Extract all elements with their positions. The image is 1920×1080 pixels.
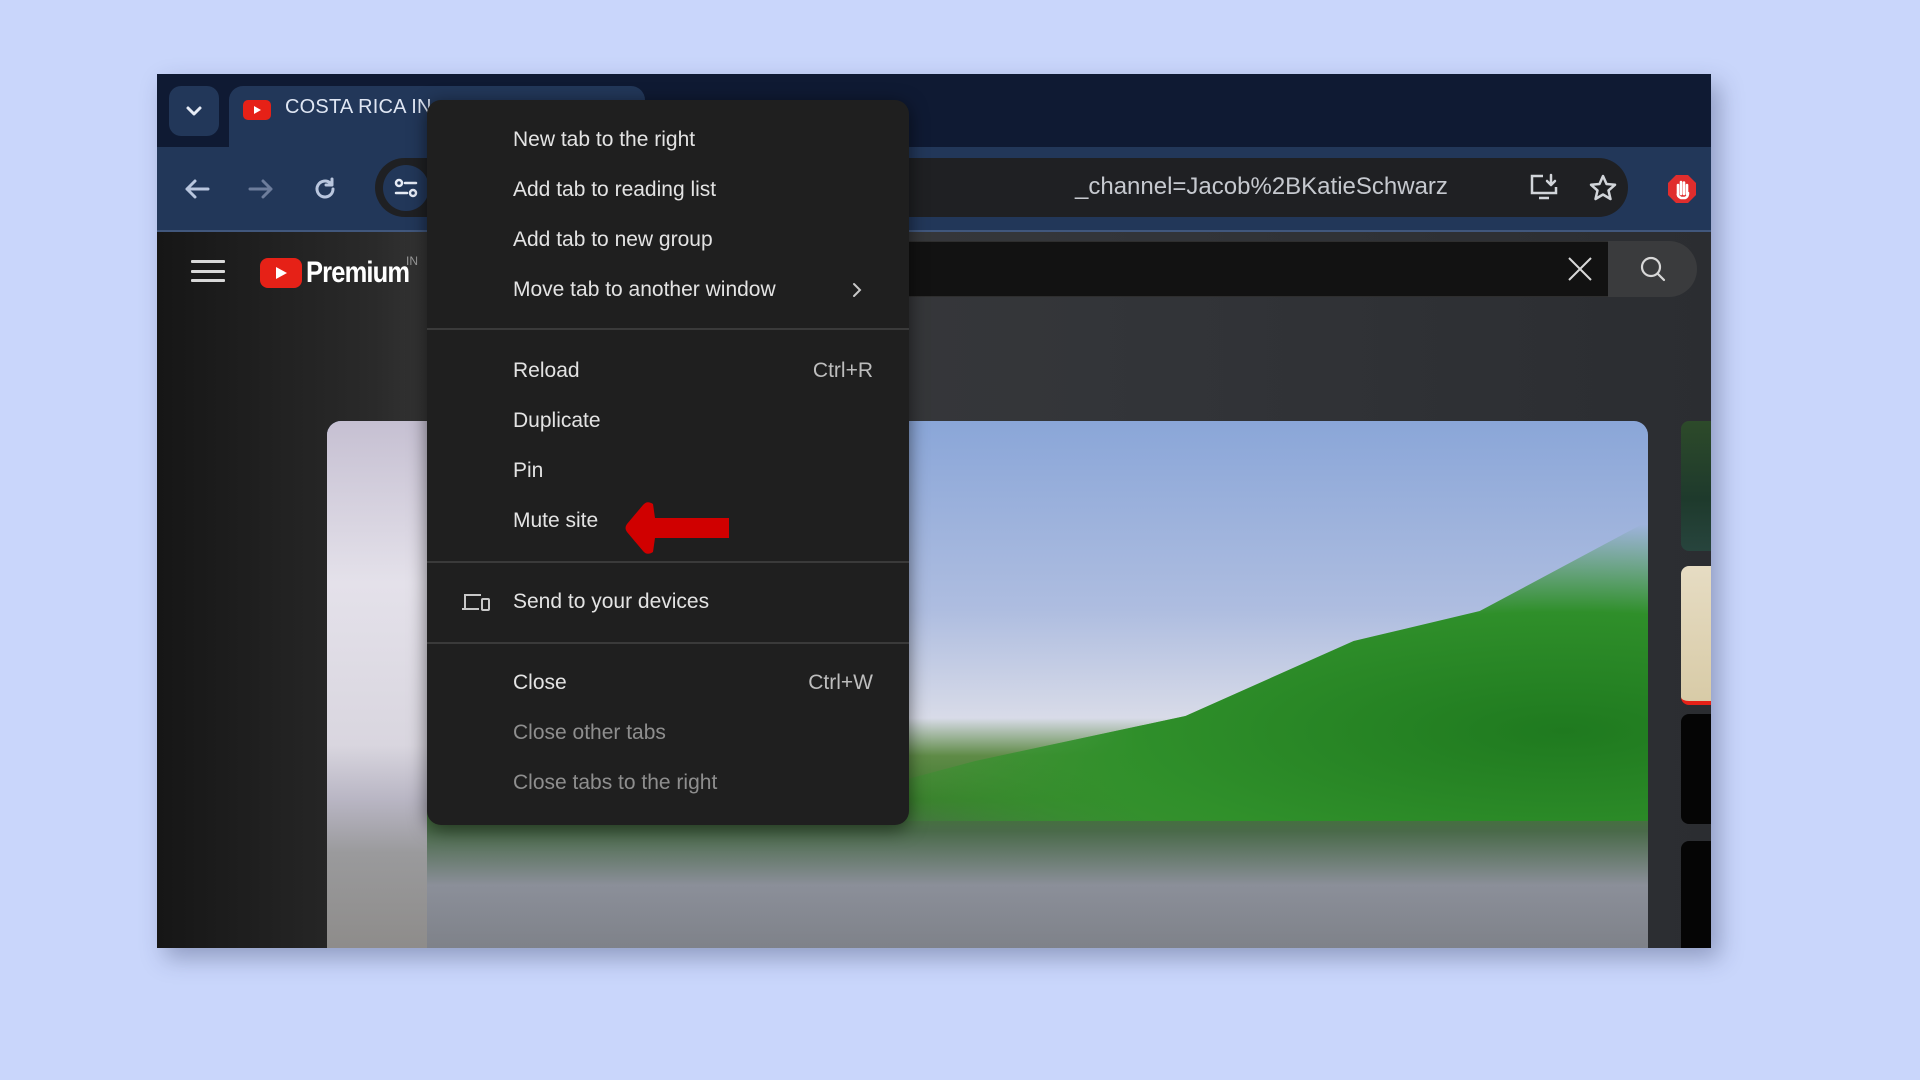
menu-item-close-tabs-right[interactable]: Close tabs to the right bbox=[427, 759, 909, 809]
region-code: IN bbox=[406, 254, 418, 268]
site-info-button[interactable] bbox=[383, 165, 429, 211]
menu-item-label: Duplicate bbox=[513, 409, 601, 432]
related-video-thumbnail[interactable] bbox=[1681, 421, 1711, 551]
video-forest bbox=[807, 521, 1648, 821]
menu-item-shortcut: Ctrl+W bbox=[808, 671, 873, 694]
close-icon bbox=[1568, 257, 1592, 281]
menu-item-reload[interactable]: Reload Ctrl+R bbox=[427, 347, 909, 397]
youtube-icon bbox=[243, 100, 271, 120]
adblock-extension-button[interactable] bbox=[1662, 169, 1702, 209]
tab-context-menu: New tab to the right Add tab to reading … bbox=[427, 100, 909, 825]
menu-item-add-reading-list[interactable]: Add tab to reading list bbox=[427, 166, 909, 216]
menu-separator bbox=[427, 642, 909, 644]
menu-item-close[interactable]: Close Ctrl+W bbox=[427, 659, 909, 709]
reload-button[interactable] bbox=[305, 169, 345, 209]
menu-item-label: Pin bbox=[513, 459, 544, 482]
search-icon bbox=[1640, 256, 1665, 282]
related-videos-strip bbox=[1681, 421, 1711, 948]
menu-item-label: Close other tabs bbox=[513, 721, 666, 744]
forward-button[interactable] bbox=[241, 169, 281, 209]
forward-arrow-icon bbox=[248, 179, 273, 199]
youtube-premium-logo[interactable]: Premium bbox=[260, 256, 427, 290]
tab-strip: COSTA RICA IN bbox=[157, 74, 1711, 148]
related-video-thumbnail[interactable] bbox=[1681, 566, 1711, 705]
chevron-right-icon bbox=[853, 283, 862, 297]
clear-search-button[interactable] bbox=[1562, 251, 1598, 287]
youtube-icon bbox=[260, 258, 302, 288]
menu-item-label: Add tab to new group bbox=[513, 228, 713, 251]
menu-item-label: Send to your devices bbox=[513, 590, 710, 613]
toolbar: _channel=Jacob%2BKatieSchwarz bbox=[157, 147, 1711, 232]
menu-item-label: New tab to the right bbox=[513, 128, 696, 151]
adblock-hand-icon bbox=[1668, 175, 1696, 203]
menu-item-pin[interactable]: Pin bbox=[427, 447, 909, 497]
star-icon bbox=[1589, 174, 1617, 201]
install-app-button[interactable] bbox=[1527, 170, 1563, 206]
hamburger-line bbox=[191, 279, 225, 282]
menu-item-new-tab-right[interactable]: New tab to the right bbox=[427, 116, 909, 166]
url-text[interactable]: _channel=Jacob%2BKatieSchwarz bbox=[1075, 173, 1448, 201]
chevron-down-icon bbox=[186, 106, 202, 116]
menu-item-shortcut: Ctrl+R bbox=[812, 359, 873, 382]
menu-item-label: Close tabs to the right bbox=[513, 771, 718, 794]
search-button[interactable] bbox=[1608, 241, 1697, 297]
tab-search-button[interactable] bbox=[169, 86, 219, 136]
related-video-thumbnail[interactable] bbox=[1681, 841, 1711, 948]
menu-item-close-other-tabs[interactable]: Close other tabs bbox=[427, 709, 909, 759]
menu-item-duplicate[interactable]: Duplicate bbox=[427, 397, 909, 447]
related-video-thumbnail[interactable] bbox=[1681, 714, 1711, 824]
menu-item-move-tab[interactable]: Move tab to another window bbox=[427, 266, 909, 316]
menu-item-label: Close bbox=[513, 671, 567, 694]
browser-window: COSTA RICA IN _channel=Jacob%2BKatieSchw… bbox=[157, 74, 1711, 948]
menu-item-add-new-group[interactable]: Add tab to new group bbox=[427, 216, 909, 266]
logo-text: Premium bbox=[306, 256, 410, 289]
tab-title: COSTA RICA IN bbox=[285, 96, 432, 118]
menu-separator bbox=[427, 561, 909, 563]
install-app-icon bbox=[1530, 173, 1558, 200]
video-frame-beach bbox=[327, 421, 427, 948]
back-arrow-icon bbox=[185, 179, 210, 199]
youtube-header: Premium IN bbox=[157, 232, 1711, 312]
annotation-arrow-icon bbox=[625, 502, 729, 554]
search-input[interactable] bbox=[897, 241, 1608, 297]
menu-item-send-to-devices[interactable]: Send to your devices bbox=[427, 578, 909, 628]
back-button[interactable] bbox=[177, 169, 217, 209]
menu-separator bbox=[427, 328, 909, 330]
hamburger-line bbox=[191, 269, 225, 273]
menu-item-label: Reload bbox=[513, 359, 580, 382]
tune-icon bbox=[394, 178, 418, 198]
menu-item-label: Mute site bbox=[513, 509, 599, 532]
hamburger-icon bbox=[191, 260, 225, 263]
menu-item-label: Add tab to reading list bbox=[513, 178, 717, 201]
menu-button[interactable] bbox=[191, 256, 225, 286]
youtube-page: Premium IN bbox=[157, 232, 1711, 948]
bookmark-button[interactable] bbox=[1585, 170, 1621, 206]
devices-icon bbox=[462, 594, 490, 611]
menu-item-label: Move tab to another window bbox=[513, 278, 776, 301]
reload-icon bbox=[315, 177, 335, 199]
